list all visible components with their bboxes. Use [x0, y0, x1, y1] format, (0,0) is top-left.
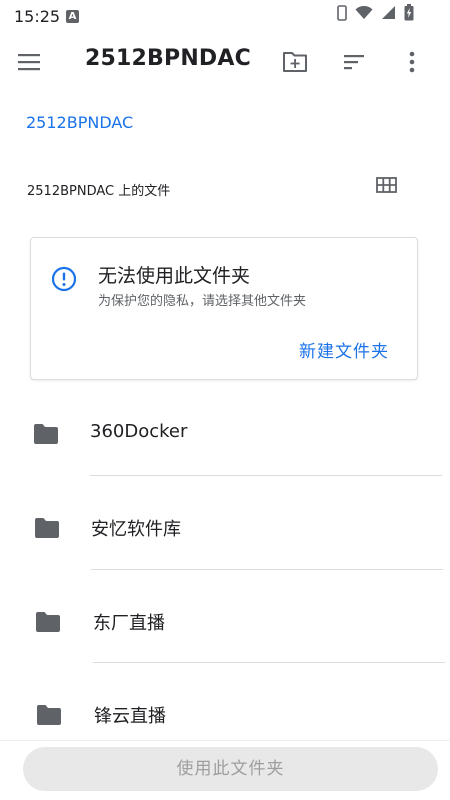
- warning-title: 无法使用此文件夹: [98, 265, 251, 287]
- folder-row[interactable]: 安忆软件库: [0, 480, 450, 574]
- folder-icon: [37, 705, 61, 725]
- menu-button[interactable]: [14, 48, 46, 76]
- warning-subtitle: 为保护您的隐私，请选择其他文件夹: [98, 294, 307, 309]
- new-folder-icon: [283, 52, 307, 72]
- battery-icon: [404, 4, 414, 21]
- grid-view-icon: [376, 177, 397, 193]
- use-this-folder-button[interactable]: 使用此文件夹: [23, 747, 438, 791]
- status-icons: [337, 4, 414, 21]
- sort-button[interactable]: [338, 46, 370, 78]
- folder-row[interactable]: 东厂直播: [0, 574, 450, 668]
- more-vert-icon: [409, 51, 415, 73]
- signal-icon: [382, 6, 395, 19]
- wifi-icon: [355, 5, 373, 19]
- notification-a-icon: A: [66, 10, 79, 23]
- app-bar: 2512BPNDAC: [0, 34, 450, 90]
- breadcrumb-root[interactable]: 2512BPNDAC: [26, 113, 133, 132]
- status-bar: 15:25 A: [0, 0, 450, 34]
- folder-icon: [35, 518, 59, 538]
- folder-icon: [34, 424, 58, 444]
- status-time: 15:25: [14, 7, 61, 26]
- folder-row[interactable]: 360Docker: [0, 386, 450, 480]
- app-title: 2512BPNDAC: [85, 46, 251, 71]
- list-divider: [90, 475, 442, 476]
- warning-card: 无法使用此文件夹 为保护您的隐私，请选择其他文件夹 新建文件夹: [30, 237, 418, 380]
- bottom-action-bar: 使用此文件夹: [0, 740, 450, 800]
- folder-icon: [36, 612, 60, 632]
- phone-icon: [337, 4, 347, 21]
- list-divider: [93, 662, 445, 663]
- sort-icon: [344, 55, 364, 70]
- list-divider: [91, 569, 443, 570]
- folder-name: 安忆软件库: [91, 519, 181, 540]
- info-alert-icon: [51, 266, 77, 292]
- more-options-button[interactable]: [396, 46, 428, 78]
- folder-name: 锋云直播: [94, 706, 166, 727]
- file-picker-screen: 15:25 A 2512BPNDAC 2512BPNDAC 2512BPNDAC…: [0, 0, 450, 800]
- folder-name: 东厂直播: [93, 613, 165, 634]
- folder-name: 360Docker: [90, 421, 188, 442]
- files-header: 2512BPNDAC 上的文件: [27, 184, 171, 199]
- new-folder-button[interactable]: [279, 46, 311, 78]
- hamburger-menu-icon: [18, 54, 40, 71]
- create-new-folder-button[interactable]: 新建文件夹: [299, 337, 389, 362]
- grid-view-button[interactable]: [374, 174, 400, 196]
